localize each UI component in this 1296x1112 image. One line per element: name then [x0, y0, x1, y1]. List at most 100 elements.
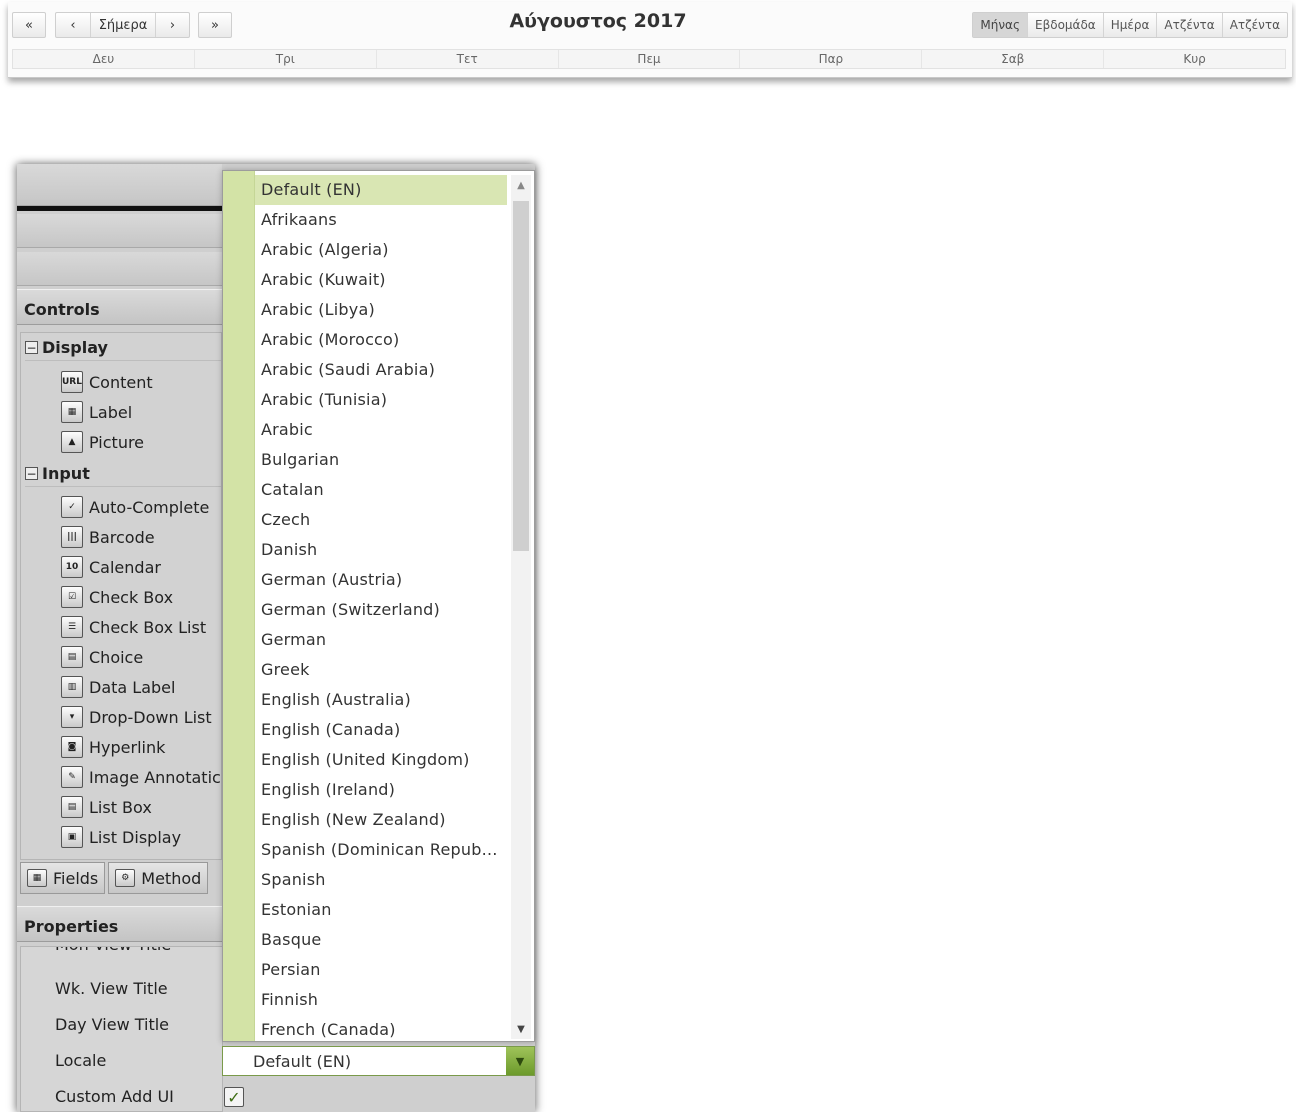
control-data-label[interactable]: ▥ Data Label — [61, 673, 221, 701]
scroll-down-icon[interactable]: ▼ — [511, 1019, 531, 1039]
drop-down-list-icon: ▾ — [61, 706, 83, 728]
view-month-button[interactable]: Μήνας — [973, 13, 1027, 37]
designer-panel: Controls − Display URL Content ▦ Label ▲ Pi… — [17, 164, 535, 1112]
panel-band-2 — [17, 214, 222, 248]
scroll-up-icon[interactable]: ▲ — [511, 175, 531, 195]
property-custom-add-ui: Custom Add UI — [55, 1087, 174, 1106]
auto-complete-icon: ✓ — [61, 496, 83, 518]
locale-dropdown-list[interactable]: Default (EN) Afrikaans Arabic (Algeria) Ara… — [222, 170, 535, 1042]
methods-icon: ⚙ — [115, 869, 136, 887]
dropdown-icon-strip — [223, 171, 255, 1041]
locale-option[interactable]: Arabic (Algeria) — [255, 235, 507, 265]
control-label[interactable]: ▦ Label — [61, 398, 221, 426]
control-calendar[interactable]: 10 Calendar — [61, 553, 221, 581]
chevron-down-icon[interactable]: ▼ — [506, 1047, 534, 1075]
view-switcher: Μήνας Εβδομάδα Ημέρα Ατζέντα Ατζέντα — [972, 12, 1288, 38]
locale-option[interactable]: Arabic (Morocco) — [255, 325, 507, 355]
locale-option[interactable]: Greek — [255, 655, 507, 685]
control-barcode[interactable]: ||| Barcode — [61, 523, 221, 551]
collapse-icon[interactable]: − — [25, 341, 38, 354]
last-button[interactable]: » — [198, 12, 232, 38]
control-picture[interactable]: ▲ Picture — [61, 428, 221, 456]
weekday-sun: Κυρ — [1103, 50, 1285, 68]
group-input[interactable]: − Input — [25, 461, 221, 487]
weekday-wed: Τετ — [375, 50, 558, 68]
locale-option[interactable]: Afrikaans — [255, 205, 507, 235]
controls-header: Controls — [17, 289, 222, 325]
locale-option[interactable]: French (Canada) — [255, 1015, 507, 1045]
list-display-icon: ▣ — [61, 826, 83, 848]
panel-divider — [17, 206, 222, 211]
control-drop-down-list[interactable]: ▾ Drop-Down List — [61, 703, 221, 731]
locale-option[interactable]: Danish — [255, 535, 507, 565]
view-agenda-button-2[interactable]: Ατζέντα — [1221, 13, 1287, 37]
navigation-group: ‹ Σήμερα › — [55, 12, 190, 38]
control-content[interactable]: URL Content — [61, 368, 221, 396]
locale-option[interactable]: English (Canada) — [255, 715, 507, 745]
weekday-header: Δευ Τρι Τετ Πεμ Παρ Σαβ Κυρ — [12, 49, 1286, 69]
locale-option[interactable]: Finnish — [255, 985, 507, 1015]
locale-select[interactable]: Default (EN) ▼ — [222, 1046, 535, 1076]
prev-button[interactable]: ‹ — [56, 13, 90, 37]
list-box-icon: ▤ — [61, 796, 83, 818]
weekday-mon: Δευ — [92, 52, 115, 66]
locale-option[interactable]: English (Ireland) — [255, 775, 507, 805]
locale-option[interactable]: English (United Kingdom) — [255, 745, 507, 775]
locale-option[interactable]: Arabic (Kuwait) — [255, 265, 507, 295]
locale-option[interactable]: Default (EN) — [255, 175, 507, 205]
view-week-button[interactable]: Εβδομάδα — [1027, 13, 1103, 37]
control-image-annotation[interactable]: ✎ Image Annotatic — [61, 763, 221, 791]
locale-option[interactable]: Estonian — [255, 895, 507, 925]
locale-option[interactable]: Spanish (Dominican Repub… — [255, 835, 507, 865]
locale-option[interactable]: Bulgarian — [255, 445, 507, 475]
locale-options: Default (EN) Afrikaans Arabic (Algeria) Ara… — [255, 175, 507, 1045]
control-list-display[interactable]: ▣ List Display — [61, 823, 221, 851]
locale-option[interactable]: German — [255, 625, 507, 655]
control-hyperlink[interactable]: ◙ Hyperlink — [61, 733, 221, 761]
locale-option[interactable]: English (New Zealand) — [255, 805, 507, 835]
locale-option[interactable]: Czech — [255, 505, 507, 535]
property-mon-view-title: Mon View Title — [55, 947, 171, 954]
locale-option[interactable]: Arabic — [255, 415, 507, 445]
view-agenda-button[interactable]: Ατζέντα — [1156, 13, 1221, 37]
group-input-label: Input — [42, 464, 90, 483]
control-check-box-list[interactable]: ☰ Check Box List — [61, 613, 221, 641]
group-display[interactable]: − Display — [25, 335, 221, 361]
group-display-label: Display — [42, 338, 108, 357]
control-choice[interactable]: ▤ Choice — [61, 643, 221, 671]
check-box-list-icon: ☰ — [61, 616, 83, 638]
locale-option[interactable]: German (Switzerland) — [255, 595, 507, 625]
locale-option[interactable]: Arabic (Libya) — [255, 295, 507, 325]
locale-option[interactable]: Basque — [255, 925, 507, 955]
tab-fields[interactable]: ▦ Fields — [20, 862, 106, 894]
hyperlink-icon: ◙ — [61, 736, 83, 758]
control-check-box[interactable]: ☑ Check Box — [61, 583, 221, 611]
data-label-icon: ▥ — [61, 676, 83, 698]
control-auto-complete[interactable]: ✓ Auto-Complete — [61, 493, 221, 521]
locale-option[interactable]: English (Australia) — [255, 685, 507, 715]
locale-option[interactable]: Spanish — [255, 865, 507, 895]
dropdown-scrollbar[interactable]: ▲ ▼ — [511, 175, 531, 1039]
control-list-box[interactable]: ▤ List Box — [61, 793, 221, 821]
locale-option[interactable]: German (Austria) — [255, 565, 507, 595]
locale-option[interactable]: Arabic (Saudi Arabia) — [255, 355, 507, 385]
check-box-icon: ☑ — [61, 586, 83, 608]
view-day-button[interactable]: Ημέρα — [1102, 13, 1157, 37]
locale-option[interactable]: Catalan — [255, 475, 507, 505]
picture-icon: ▲ — [61, 431, 83, 453]
first-button[interactable]: « — [12, 12, 46, 38]
properties-grid: Mon View Title Wk. View Title Day View T… — [20, 946, 223, 1112]
image-annotation-icon: ✎ — [61, 766, 83, 788]
locale-option[interactable]: Persian — [255, 955, 507, 985]
weekday-sat: Σαβ — [921, 50, 1103, 68]
tab-methods[interactable]: ⚙ Method — [108, 862, 209, 894]
scroll-thumb[interactable] — [513, 201, 529, 551]
custom-add-ui-checkbox[interactable]: ✓ — [224, 1087, 244, 1107]
fields-icon: ▦ — [27, 869, 47, 887]
collapse-icon[interactable]: − — [25, 467, 38, 480]
next-button[interactable]: › — [155, 13, 189, 37]
locale-select-value: Default (EN) — [253, 1051, 352, 1071]
locale-option[interactable]: Arabic (Tunisia) — [255, 385, 507, 415]
today-button[interactable]: Σήμερα — [90, 13, 155, 37]
panel-band-3 — [17, 252, 222, 286]
